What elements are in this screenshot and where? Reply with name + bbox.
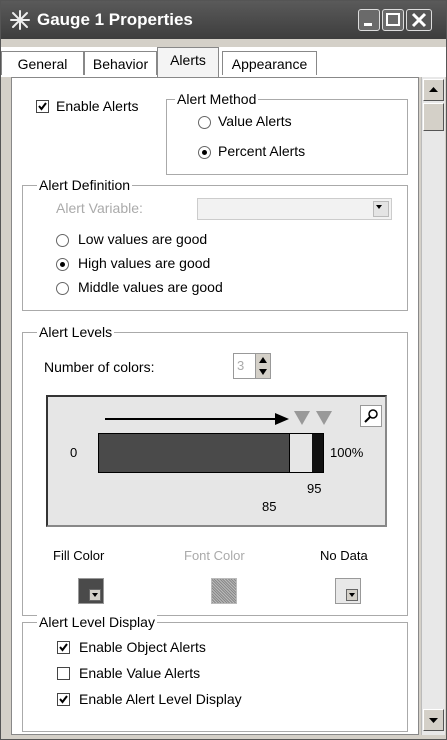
magnifier-icon <box>364 409 378 423</box>
value-alerts-label: Value Alerts <box>218 113 292 129</box>
no-data-color-swatch[interactable] <box>335 578 361 604</box>
checkmark-icon <box>38 102 47 111</box>
tab-general[interactable]: General <box>1 51 84 75</box>
dropdown-arrow-icon <box>346 589 358 601</box>
low-good-radio[interactable] <box>56 234 69 247</box>
alert-definition-group: Alert Definition Alert Variable: Low val… <box>22 177 408 311</box>
arrow-up-icon <box>259 357 267 363</box>
close-button[interactable] <box>406 9 432 31</box>
scroll-up-button[interactable] <box>423 79 444 101</box>
alert-levels-group: Alert Levels Number of colors: 3 0 100% … <box>22 324 408 616</box>
alert-variable-label: Alert Variable: <box>56 200 143 216</box>
minimize-icon <box>364 23 372 26</box>
alert-level-display-group: Alert Level Display Enable Object Alerts… <box>22 614 408 732</box>
alert-level-bar[interactable] <box>98 433 324 473</box>
alert-method-legend: Alert Method <box>175 91 259 107</box>
fill-color-label: Fill Color <box>53 548 105 563</box>
bar-segment-mid <box>289 434 312 472</box>
maximize-icon <box>386 13 400 26</box>
percent-alerts-label: Percent Alerts <box>218 143 306 159</box>
threshold-95-label: 95 <box>307 481 322 496</box>
enable-alert-level-display-label: Enable Alert Level Display <box>79 691 242 707</box>
vertical-scrollbar[interactable] <box>421 77 445 735</box>
properties-window: Gauge 1 Properties General Behavior Aler… <box>0 0 447 740</box>
tab-behavior[interactable]: Behavior <box>84 51 157 75</box>
middle-good-label: Middle values are good <box>78 279 223 295</box>
alert-method-group: Alert Method Value Alerts Percent Alerts <box>166 91 408 175</box>
bar-min-label: 0 <box>70 445 78 460</box>
high-good-radio[interactable] <box>56 258 69 271</box>
tab-alerts[interactable]: Alerts <box>157 47 219 77</box>
bar-segment-high <box>312 434 323 472</box>
arrow-up-icon <box>429 87 438 92</box>
window-title: Gauge 1 Properties <box>37 10 193 29</box>
enable-object-alerts-checkbox[interactable] <box>57 641 70 654</box>
alert-levels-legend: Alert Levels <box>37 324 115 340</box>
title-bar[interactable]: Gauge 1 Properties <box>1 1 446 39</box>
num-colors-stepper[interactable]: 3 <box>233 353 271 379</box>
gauge-app-icon <box>10 10 30 30</box>
middle-good-radio[interactable] <box>56 282 69 295</box>
stepper-down-button[interactable] <box>255 366 270 378</box>
minimize-button[interactable] <box>358 9 380 31</box>
arrow-down-icon <box>259 369 267 375</box>
threshold-85-marker-icon[interactable] <box>293 410 311 426</box>
threshold-85-label: 85 <box>262 499 277 514</box>
enable-alert-level-display-checkbox[interactable] <box>57 693 70 706</box>
enable-alerts-checkbox[interactable] <box>36 100 49 113</box>
font-color-swatch[interactable] <box>211 578 237 604</box>
enable-value-alerts-label: Enable Value Alerts <box>79 665 201 681</box>
scroll-thumb[interactable] <box>423 103 444 131</box>
bar-segment-low <box>99 434 289 472</box>
no-data-label: No Data <box>320 548 368 563</box>
percent-alerts-radio[interactable] <box>198 146 211 159</box>
close-icon <box>411 12 427 28</box>
num-colors-value: 3 <box>237 358 245 373</box>
dropdown-arrow-icon <box>89 589 101 601</box>
enable-value-alerts-checkbox[interactable] <box>57 667 70 680</box>
chevron-down-icon <box>373 201 389 217</box>
enable-alerts-label: Enable Alerts <box>56 98 139 114</box>
checkmark-icon <box>59 695 68 704</box>
checkmark-icon <box>59 643 68 652</box>
scroll-down-button[interactable] <box>423 709 444 731</box>
high-good-label: High values are good <box>78 255 211 271</box>
tab-appearance[interactable]: Appearance <box>222 51 317 75</box>
enable-object-alerts-label: Enable Object Alerts <box>79 639 206 655</box>
stepper-up-button[interactable] <box>255 354 270 366</box>
maximize-button[interactable] <box>382 9 404 31</box>
font-color-label: Font Color <box>184 548 245 563</box>
fill-color-swatch[interactable] <box>78 578 104 604</box>
low-good-label: Low values are good <box>78 231 208 247</box>
alert-variable-dropdown[interactable] <box>197 198 392 220</box>
alerts-panel: Enable Alerts Alert Method Value Alerts … <box>11 77 419 735</box>
alert-level-editor: 0 100% 95 85 <box>46 395 387 527</box>
value-alerts-radio[interactable] <box>198 116 211 129</box>
alert-level-display-legend: Alert Level Display <box>37 614 157 630</box>
alert-definition-legend: Alert Definition <box>37 177 133 193</box>
zoom-button[interactable] <box>360 405 382 427</box>
arrow-right-icon <box>105 413 289 425</box>
bar-max-label: 100% <box>330 445 364 460</box>
num-colors-label: Number of colors: <box>44 359 155 375</box>
arrow-down-icon <box>429 718 438 723</box>
threshold-95-marker-icon[interactable] <box>315 410 333 426</box>
